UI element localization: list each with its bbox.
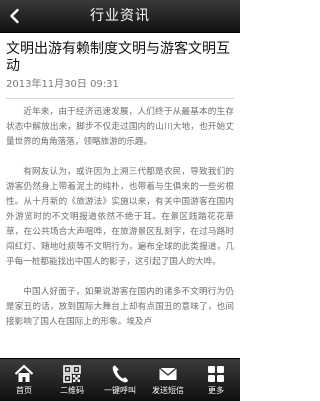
nav-sms-label: 发送短信 <box>152 386 184 395</box>
qr-code-icon <box>62 364 82 384</box>
nav-call-button[interactable]: 一键呼叫 <box>96 359 144 401</box>
title-divider <box>6 98 234 99</box>
nav-qrcode-label: 二维码 <box>60 386 84 395</box>
nav-more-button[interactable]: 更多 <box>192 359 240 401</box>
nav-qrcode-button[interactable]: 二维码 <box>48 359 96 401</box>
article-date: 2013年11月30日 09:31 <box>6 79 119 90</box>
envelope-icon <box>158 364 178 384</box>
home-icon <box>14 364 34 384</box>
article-paragraph: 近年来，由于经济迅速发展，人们终于从最基本的生存状态中解放出来，脚步不仅走过国内… <box>6 107 234 147</box>
nav-home-button[interactable]: 首页 <box>0 359 48 401</box>
page-title: 行业资讯 <box>90 8 150 24</box>
nav-call-label: 一键呼叫 <box>104 386 136 395</box>
bottom-nav: 首页 二维码 一键呼叫 发送短信 更多 <box>0 358 240 401</box>
article-paragraph: 有网友认为，或许因为上溯三代都是农民，导致我们的游客仍然身上带着泥土的纯朴，也带… <box>6 167 234 267</box>
article-paragraph: 中国人好面子，如果说游客在国内的诸多不文明行为仍是家丑的话，放到国际大舞台上却有… <box>6 287 234 327</box>
phone-icon <box>110 364 130 384</box>
article-content[interactable]: 文明出游有赖制度文明与游客文明互动 2013年11月30日 09:31 近年来，… <box>0 33 240 357</box>
more-grid-icon <box>206 364 226 384</box>
top-bar: 行业资讯 <box>0 0 240 33</box>
nav-home-label: 首页 <box>16 386 32 395</box>
nav-more-label: 更多 <box>208 386 224 395</box>
nav-sms-button[interactable]: 发送短信 <box>144 359 192 401</box>
article-title: 文明出游有赖制度文明与游客文明互动 <box>6 41 230 74</box>
